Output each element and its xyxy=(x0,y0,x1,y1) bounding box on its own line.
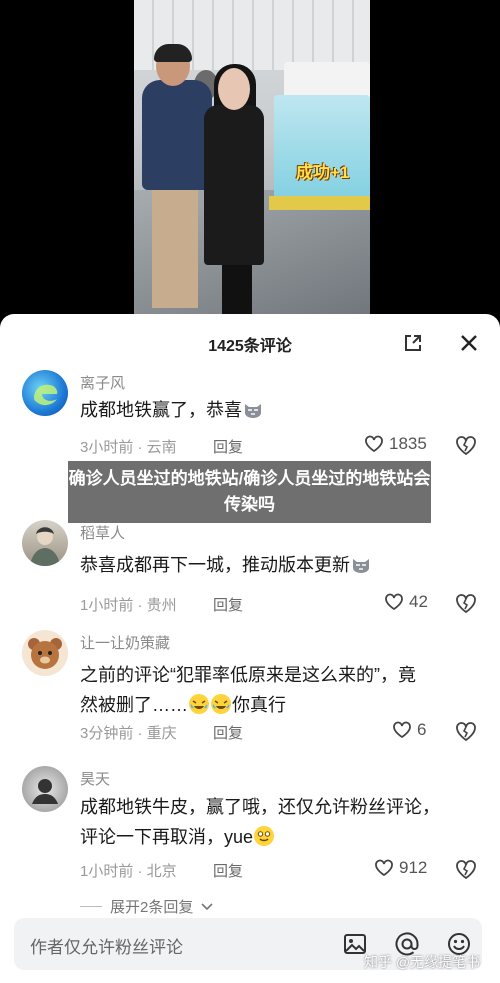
like-count: 912 xyxy=(399,858,428,877)
avatar[interactable] xyxy=(22,766,68,812)
like-count: 42 xyxy=(409,592,428,611)
divider xyxy=(80,906,102,907)
avatar[interactable] xyxy=(22,520,68,566)
comment-text: 成都地铁牛皮，赢了哦，还仅允许粉丝评论， 评论一下再取消，yue xyxy=(80,792,472,852)
expand-replies-label: 展开2条回复 xyxy=(110,899,194,916)
kiosk xyxy=(274,95,370,205)
heart-icon xyxy=(365,435,383,453)
heart-icon xyxy=(375,859,393,877)
comment-text-content: 恭喜成都再下一城，推动版本更新 xyxy=(80,555,350,575)
comment-text-fragment: 你真行 xyxy=(232,695,286,715)
broken-heart-icon[interactable] xyxy=(454,720,478,744)
close-button[interactable] xyxy=(452,326,486,360)
comment-input-placeholder: 作者仅允许粉丝评论 xyxy=(30,938,183,957)
grin-emoji-icon xyxy=(254,826,275,846)
close-icon xyxy=(461,335,477,351)
comment-time-location: 1小时前 · 贵州 xyxy=(80,597,177,614)
comment-text-fragment: 评论一下再取消，yue xyxy=(80,827,254,847)
heart-icon xyxy=(385,593,403,611)
comment-time-location: 1小时前 · 北京 xyxy=(80,863,177,880)
expand-icon xyxy=(405,335,421,351)
expand-replies-button[interactable]: 展开2条回复 xyxy=(80,896,213,917)
comment-text-line: 评论一下再取消，yue xyxy=(80,822,472,852)
broken-heart-icon[interactable] xyxy=(454,434,478,458)
person-woman xyxy=(204,105,264,265)
cat-emoji-icon xyxy=(353,559,369,573)
expand-button[interactable] xyxy=(396,326,430,360)
avatar[interactable] xyxy=(22,370,68,416)
chevron-down-icon xyxy=(201,902,213,910)
like-button[interactable]: 42 xyxy=(384,592,428,612)
comment-time-location: 3分钟前 · 重庆 xyxy=(80,725,177,742)
comment-time-location: 3小时前 · 云南 xyxy=(80,439,177,456)
video-caption: 成功+1 xyxy=(296,163,350,182)
person-woman-head xyxy=(218,68,250,110)
kiosk-stripe xyxy=(269,196,370,210)
broken-heart-icon[interactable] xyxy=(454,858,478,882)
person-woman-legs xyxy=(222,260,252,320)
comment-text-line: 成都地铁牛皮，赢了哦，还仅允许粉丝评论， xyxy=(80,797,440,817)
reply-button[interactable]: 回复 xyxy=(213,436,243,457)
broken-heart-icon[interactable] xyxy=(454,592,478,616)
comment-text-line: 然被删了…… 你真行 xyxy=(80,690,472,720)
reply-button[interactable]: 回复 xyxy=(213,722,243,743)
comment-username[interactable]: 稻草人 xyxy=(80,522,125,543)
cat-emoji-icon xyxy=(245,404,261,418)
avatar[interactable] xyxy=(22,630,68,676)
comment-username[interactable]: 离子风 xyxy=(80,372,125,393)
avatar-figure-icon xyxy=(32,779,58,804)
comment-text: 之前的评论“犯罪率低原来是这么来的”，竟 然被删了…… 你真行 xyxy=(80,660,472,720)
reply-button[interactable]: 回复 xyxy=(213,860,243,881)
avatar-figure-icon xyxy=(30,527,60,566)
person-man xyxy=(142,80,212,190)
comment-text-content: 成都地铁赢了，恭喜 xyxy=(80,400,242,420)
like-count: 1835 xyxy=(389,434,427,453)
bear-avatar-icon xyxy=(28,638,62,669)
like-button[interactable]: 1835 xyxy=(364,434,427,454)
comment-text: 成都地铁赢了，恭喜 xyxy=(80,395,472,425)
person-man-hair xyxy=(154,44,192,62)
comment-username[interactable]: 让一让奶策藏 xyxy=(80,632,170,653)
like-button[interactable]: 912 xyxy=(374,858,427,878)
watermark: 知乎 @无缘提笔书 xyxy=(364,954,481,970)
reply-button[interactable]: 回复 xyxy=(213,594,243,615)
heart-icon xyxy=(393,721,411,739)
person-man-legs xyxy=(152,188,198,308)
edge-logo-icon xyxy=(34,384,58,406)
article-title-overlay: 确诊人员坐过的地铁站/确诊人员坐过的地铁站会传染吗 xyxy=(68,461,431,523)
laugh-cry-emoji-icon xyxy=(189,694,209,714)
like-count: 6 xyxy=(417,720,427,739)
video-player[interactable]: 成功+1 xyxy=(134,0,370,320)
laugh-cry-emoji-icon xyxy=(211,694,231,714)
comment-text: 恭喜成都再下一城，推动版本更新 xyxy=(80,550,472,580)
comment-sheet: 1425条评论 离子风 成都地铁赢了，恭喜 3小时前 · 云南 回复 1835 xyxy=(0,314,500,983)
comment-text-fragment: 然被删了…… xyxy=(80,695,188,715)
comment-username[interactable]: 昊天 xyxy=(80,768,110,789)
comment-text-line: 之前的评论“犯罪率低原来是这么来的”，竟 xyxy=(80,665,416,685)
like-button[interactable]: 6 xyxy=(392,720,426,740)
